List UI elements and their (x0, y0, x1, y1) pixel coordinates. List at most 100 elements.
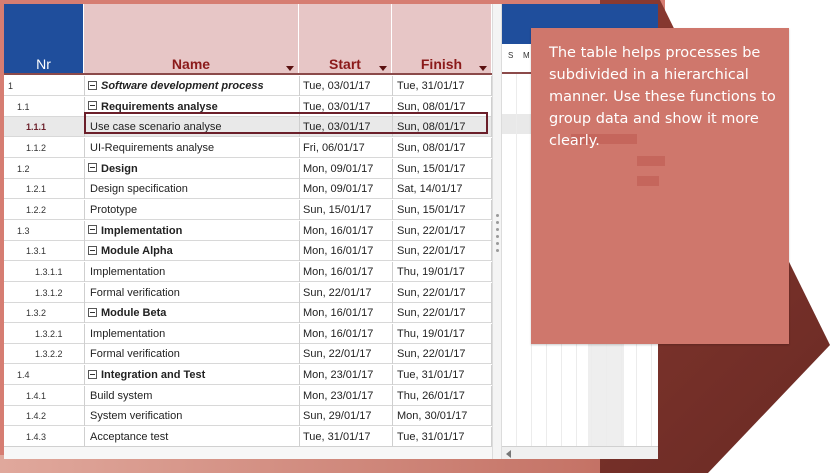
table-row[interactable]: 1.2.2 Prototype Sun, 15/01/17 Sun, 15/01/17 (4, 199, 492, 220)
cell-name[interactable]: Module Beta (84, 303, 299, 324)
cell-start[interactable]: Mon, 16/01/17 (299, 261, 392, 282)
splitter-grip-dot (496, 249, 499, 252)
cell-finish[interactable]: Tue, 31/01/17 (392, 427, 492, 448)
sort-dropdown-icon[interactable] (479, 66, 487, 71)
table-row[interactable]: 1.4.1 Build system Mon, 23/01/17 Thu, 26/01… (4, 385, 492, 406)
cell-name-text: UI-Requirements analyse (90, 141, 215, 154)
cell-finish[interactable]: Sun, 08/01/17 (392, 137, 492, 158)
cell-start[interactable]: Mon, 09/01/17 (299, 158, 392, 179)
cell-name[interactable]: Build system (84, 385, 299, 406)
table-row[interactable]: 1.4.3 Acceptance test Tue, 31/01/17 Tue, 31… (4, 427, 492, 448)
cell-nr: 1.3.1.2 (35, 287, 63, 298)
collapse-icon[interactable] (88, 245, 97, 255)
cell-finish[interactable]: Tue, 31/01/17 (392, 76, 492, 96)
cell-finish[interactable]: Sun, 08/01/17 (392, 96, 492, 117)
cell-name[interactable]: Use case scenario analyse (84, 117, 299, 138)
collapse-icon[interactable] (88, 80, 97, 90)
column-header-nr[interactable]: Nr (4, 4, 84, 74)
cell-name[interactable]: Implementation (84, 261, 299, 282)
cell-name[interactable]: Module Alpha (84, 241, 299, 262)
cell-name[interactable]: Design (84, 158, 299, 179)
column-header-finish-label: Finish (420, 56, 463, 72)
cell-name[interactable]: System verification (84, 406, 299, 427)
cell-finish[interactable]: Sun, 08/01/17 (392, 117, 492, 138)
table-row[interactable]: 1.4.2 System verification Sun, 29/01/17 Mon… (4, 406, 492, 427)
table-row[interactable]: 1.2.1 Design specification Mon, 09/01/17 Sa… (4, 179, 492, 200)
cell-start[interactable]: Fri, 06/01/17 (299, 137, 392, 158)
column-header-finish[interactable]: Finish (392, 4, 492, 74)
table-row[interactable]: 1.3.1 Module Alpha Mon, 16/01/17 Sun, 22/01… (4, 241, 492, 262)
table-row[interactable]: 1.3 Implementation Mon, 16/01/17 Sun, 22/01… (4, 220, 492, 241)
sort-dropdown-icon[interactable] (286, 66, 294, 71)
table-row[interactable]: 1.1 Requirements analyse Tue, 03/01/17 Sun,… (4, 96, 492, 117)
gantt-horizontal-scrollbar[interactable] (502, 446, 658, 459)
table-row[interactable]: 1.1.1 Use case scenario analyse Tue, 03/01… (4, 117, 492, 138)
cell-start[interactable]: Sun, 22/01/17 (299, 344, 392, 365)
cell-start[interactable]: Mon, 09/01/17 (299, 179, 392, 200)
splitter-grip-dot (496, 242, 499, 245)
cell-start[interactable]: Tue, 03/01/17 (299, 117, 392, 138)
table-row[interactable]: 1.3.2.2 Formal verification Sun, 22/01/17 S… (4, 344, 492, 365)
cell-finish[interactable]: Mon, 30/01/17 (392, 406, 492, 427)
collapse-icon[interactable] (88, 369, 97, 379)
cell-finish[interactable]: Sat, 14/01/17 (392, 179, 492, 200)
table-row[interactable]: 1.3.1.1 Implementation Mon, 16/01/17 Thu, 1… (4, 261, 492, 282)
gantt-bar-ghost (637, 176, 659, 186)
collapse-icon[interactable] (88, 101, 97, 111)
column-header-name[interactable]: Name (84, 4, 299, 74)
table-row[interactable]: 1.3.2.1 Implementation Mon, 16/01/17 Thu, 1… (4, 323, 492, 344)
cell-name[interactable]: Requirements analyse (84, 96, 299, 117)
cell-finish[interactable]: Sun, 22/01/17 (392, 282, 492, 303)
cell-name-text: Implementation (101, 224, 183, 237)
cell-start[interactable]: Mon, 16/01/17 (299, 303, 392, 324)
table-row[interactable]: 1.2 Design Mon, 09/01/17 Sun, 15/01/17 (4, 158, 492, 179)
cell-start[interactable]: Mon, 16/01/17 (299, 241, 392, 262)
cell-finish[interactable]: Sun, 15/01/17 (392, 199, 492, 220)
cell-start[interactable]: Tue, 31/01/17 (299, 427, 392, 448)
cell-start[interactable]: Mon, 16/01/17 (299, 220, 392, 241)
cell-start[interactable]: Mon, 23/01/17 (299, 385, 392, 406)
table-row[interactable]: 1 Software development process Tue, 03/01/… (4, 76, 492, 96)
cell-start[interactable]: Sun, 29/01/17 (299, 406, 392, 427)
cell-finish[interactable]: Tue, 31/01/17 (392, 365, 492, 386)
cell-start[interactable]: Mon, 16/01/17 (299, 323, 392, 344)
cell-finish[interactable]: Sun, 22/01/17 (392, 241, 492, 262)
cell-nr: 1.3.2.2 (35, 349, 63, 360)
collapse-icon[interactable] (88, 307, 97, 317)
cell-start[interactable]: Mon, 23/01/17 (299, 365, 392, 386)
pane-splitter[interactable] (492, 4, 502, 459)
cell-name[interactable]: Formal verification (84, 344, 299, 365)
cell-finish[interactable]: Thu, 19/01/17 (392, 323, 492, 344)
cell-name[interactable]: Implementation (84, 220, 299, 241)
column-header-start[interactable]: Start (299, 4, 392, 74)
table-row[interactable]: 1.1.2 UI-Requirements analyse Fri, 06/01/1… (4, 137, 492, 158)
cell-start[interactable]: Sun, 15/01/17 (299, 199, 392, 220)
cell-start[interactable]: Tue, 03/01/17 (299, 76, 392, 96)
table-row[interactable]: 1.3.1.2 Formal verification Sun, 22/01/17 S… (4, 282, 492, 303)
cell-start[interactable]: Tue, 03/01/17 (299, 96, 392, 117)
scroll-left-icon[interactable] (506, 450, 511, 458)
sort-dropdown-icon[interactable] (379, 66, 387, 71)
cell-finish[interactable]: Sun, 22/01/17 (392, 220, 492, 241)
collapse-icon[interactable] (88, 225, 97, 235)
cell-name[interactable]: Software development process (84, 76, 299, 96)
table-row[interactable]: 1.3.2 Module Beta Mon, 16/01/17 Sun, 22/01/… (4, 303, 492, 324)
cell-name[interactable]: Implementation (84, 323, 299, 344)
callout-text: The table helps processes be subdivided … (549, 45, 776, 149)
cell-nr: 1.2.2 (26, 204, 47, 215)
cell-name[interactable]: Integration and Test (84, 365, 299, 386)
cell-name[interactable]: Acceptance test (84, 427, 299, 448)
cell-start[interactable]: Sun, 22/01/17 (299, 282, 392, 303)
cell-name[interactable]: UI-Requirements analyse (84, 137, 299, 158)
cell-finish[interactable]: Sun, 22/01/17 (392, 303, 492, 324)
table-row[interactable]: 1.4 Integration and Test Mon, 23/01/17 Tue,… (4, 365, 492, 386)
info-callout: The table helps processes be subdivided … (531, 28, 789, 344)
cell-finish[interactable]: Thu, 26/01/17 (392, 385, 492, 406)
cell-name[interactable]: Prototype (84, 199, 299, 220)
cell-finish[interactable]: Sun, 15/01/17 (392, 158, 492, 179)
cell-finish[interactable]: Thu, 19/01/17 (392, 261, 492, 282)
cell-finish[interactable]: Sun, 22/01/17 (392, 344, 492, 365)
cell-name[interactable]: Formal verification (84, 282, 299, 303)
cell-name[interactable]: Design specification (84, 179, 299, 200)
collapse-icon[interactable] (88, 163, 97, 173)
